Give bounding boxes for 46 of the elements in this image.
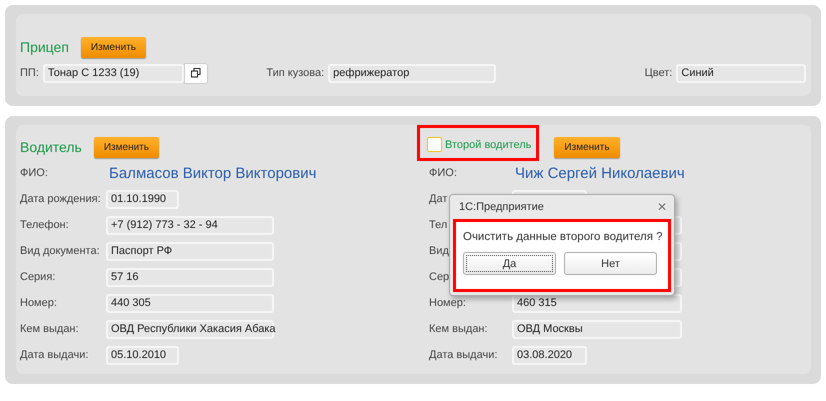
close-icon[interactable]: ✕: [657, 200, 667, 214]
input-field[interactable]: 57 16: [106, 268, 274, 286]
open-window-icon: [191, 68, 202, 78]
field-label: Кем выдан:: [20, 323, 80, 335]
field-label: ФИО:: [20, 167, 49, 179]
field-label: Телефон:: [20, 219, 70, 231]
field-label: Дата рождения:: [20, 193, 102, 205]
field-label: Дат: [429, 193, 448, 205]
dialog-title: 1С:Предприятие: [459, 201, 544, 213]
checkbox[interactable]: [427, 137, 442, 152]
field-label: Вид документа:: [20, 245, 101, 257]
field-label: Дата выдачи:: [429, 349, 498, 361]
input-field[interactable]: рефрижератор: [328, 64, 496, 82]
field-label: Сер: [429, 271, 450, 283]
field-label: Номер:: [20, 297, 58, 309]
field-label: Тел: [429, 219, 448, 231]
section-title: Водитель: [20, 139, 82, 155]
dialog-button[interactable]: Нет: [564, 252, 657, 275]
field-label: Вид: [429, 245, 450, 257]
input-field[interactable]: 05.10.2010: [106, 346, 179, 364]
input-field[interactable]: ОВД Москвы: [512, 320, 682, 338]
input-field[interactable]: 01.10.1990: [106, 190, 179, 208]
field-label: Цвет:: [644, 67, 672, 79]
input-field[interactable]: +7 (912) 773 - 32 - 94: [106, 216, 274, 234]
dialog-message: Очистить данные второго водителя ?: [463, 231, 663, 243]
dialog-button[interactable]: Да: [463, 252, 556, 275]
field-label: Серия:: [20, 271, 56, 283]
input-field[interactable]: Тонар С 1233 (19): [42, 64, 184, 82]
section-title: Прицеп: [20, 39, 69, 55]
driver-name[interactable]: Балмасов Виктор Викторович: [109, 164, 316, 182]
open-button[interactable]: [184, 62, 208, 84]
field-label: Номер:: [429, 297, 467, 309]
driver-name[interactable]: Чиж Сергей Николаевич: [515, 164, 685, 182]
input-field[interactable]: ОВД Республики Хакасия Абака: [106, 320, 274, 338]
input-field[interactable]: Синий: [676, 64, 806, 82]
field-label: ФИО:: [429, 167, 458, 179]
edit-button[interactable]: Изменить: [80, 36, 146, 58]
edit-button[interactable]: Изменить: [554, 136, 620, 158]
field-label: Дата выдачи:: [20, 349, 90, 361]
field-label: Кем выдан:: [429, 323, 489, 335]
input-field[interactable]: 440 305: [106, 294, 274, 312]
input-field[interactable]: 03.08.2020: [512, 346, 587, 364]
input-field[interactable]: Паспорт РФ: [106, 242, 274, 260]
field-label: Тип кузова:: [266, 67, 324, 79]
edit-button[interactable]: Изменить: [94, 136, 159, 158]
field-label: ПП:: [20, 67, 39, 79]
